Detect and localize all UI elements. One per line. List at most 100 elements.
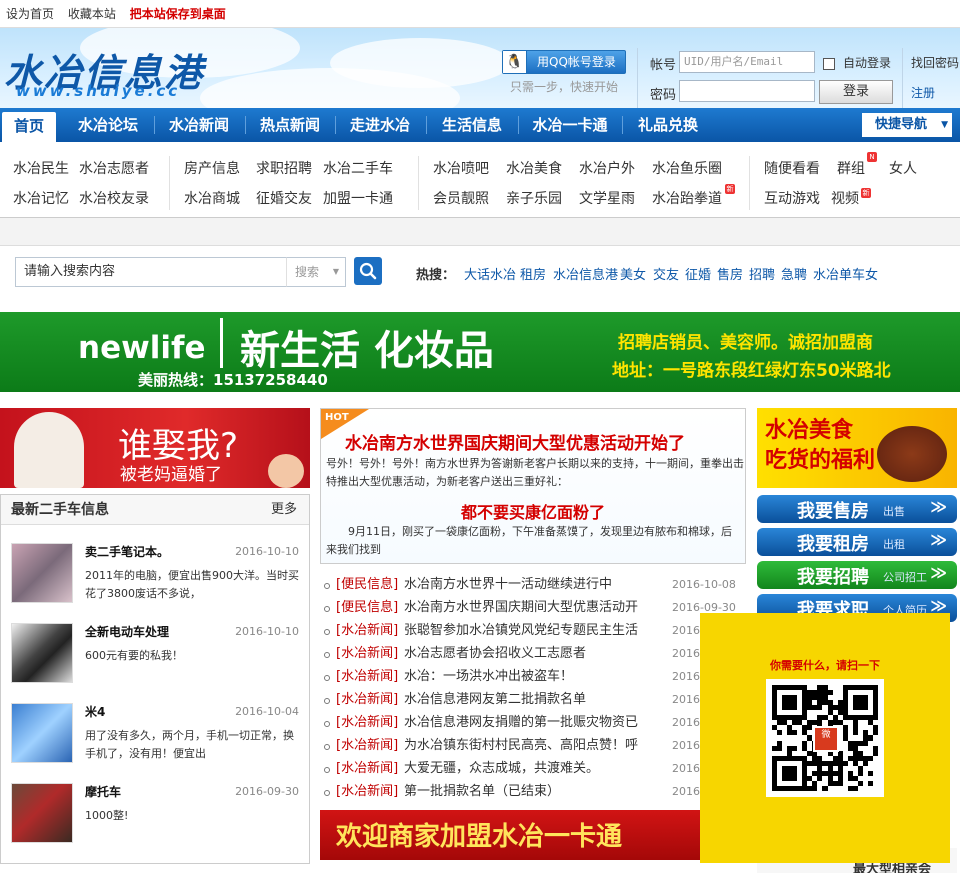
sub-link-video[interactable]: 视频 [831, 188, 859, 208]
bookmark-link[interactable]: 收藏本站 [68, 7, 116, 21]
news-item[interactable]: [水冶新闻] 张聪智参加水冶镇党风党纪专题民主生活 2016 [320, 619, 746, 642]
list-item[interactable]: 摩托车 2016-09-30 1000整! [11, 783, 301, 847]
hot-word[interactable]: 水冶信息港 [553, 264, 618, 283]
news-item[interactable]: [水冶新闻] 为水冶镇东街村村民高亮、高阳点赞！呼 2016 [320, 734, 746, 757]
password-field[interactable] [679, 80, 815, 102]
marry-me-ad[interactable]: 谁娶我? 被老妈逼婚了 [0, 408, 310, 488]
nav-hot-news[interactable]: 热点新闻 [247, 108, 333, 142]
item-title[interactable]: 全新电动车处理 [85, 623, 169, 640]
headline-title[interactable]: 水冶南方水世界国庆期间大型优惠活动开始了 [345, 429, 685, 454]
sub-link-alumni[interactable]: 水冶校友录 [79, 188, 149, 208]
news-title[interactable]: 第一批捐款名单（已结束） [404, 780, 660, 803]
news-item[interactable]: [水冶新闻] 水冶信息港网友捐赠的第一批赈灾物资已 2016 [320, 711, 746, 734]
news-title[interactable]: 大爱无疆，众志成城，共渡难关。 [404, 757, 660, 780]
join-card-ad[interactable]: 欢迎商家加盟水冶一卡通 [320, 810, 700, 860]
sub-link-food[interactable]: 水冶美食 [506, 158, 562, 178]
list-item[interactable]: 卖二手笔记本。 2016-10-10 2011年的电脑，便宜出售900大洋。当时… [11, 543, 301, 607]
list-item[interactable]: 全新电动车处理 2016-10-10 600元有要的私我！ [11, 623, 301, 687]
news-title[interactable]: 为水冶镇东街村村民高亮、高阳点赞！呼 [404, 734, 660, 757]
news-category[interactable]: [水冶新闻] [336, 665, 398, 688]
sub-link-family[interactable]: 亲子乐园 [506, 188, 562, 208]
search-button[interactable] [354, 257, 382, 285]
news-category[interactable]: [便民信息] [336, 596, 398, 619]
item-title[interactable]: 卖二手笔记本。 [85, 543, 169, 560]
rent-house-button[interactable]: 我要租房 出租 ≫ [757, 528, 957, 556]
news-title[interactable]: 水冶信息港网友捐赠的第一批赈灾物资已 [404, 711, 660, 734]
search-input[interactable]: 请输入搜索内容 [15, 257, 287, 287]
nav-card[interactable]: 水冶一卡通 [520, 108, 620, 142]
hot-word[interactable]: 水冶单车女 [813, 264, 878, 283]
forgot-password-link[interactable]: 找回密码 [911, 54, 959, 71]
search-type-select[interactable]: 搜索 ▼ [286, 257, 346, 287]
sub-link-member-photos[interactable]: 会员靓照 [433, 188, 489, 208]
news-category[interactable]: [水冶新闻] [336, 757, 398, 780]
newlife-ad-banner[interactable]: newlife 新生活 化妆品 美丽热线：15137258440 招聘店销员、美… [0, 312, 960, 392]
sub-link-games[interactable]: 互动游戏 [764, 188, 820, 208]
news-item[interactable]: [水冶新闻] 大爱无疆，众志成城，共渡难关。 2016 [320, 757, 746, 780]
sub-link-memory[interactable]: 水冶记忆 [13, 188, 69, 208]
news-category[interactable]: [水冶新闻] [336, 711, 398, 734]
sub-link-mall[interactable]: 水冶商城 [184, 188, 240, 208]
hot-word[interactable]: 征婚 [685, 264, 711, 283]
sub-link-outdoor[interactable]: 水冶户外 [579, 158, 635, 178]
item-thumbnail[interactable] [11, 623, 73, 683]
news-category[interactable]: [水冶新闻] [336, 734, 398, 757]
nav-home[interactable]: 首页 [2, 112, 56, 142]
news-item[interactable]: [水冶新闻] 水冶：一场洪水冲出被盗车！ 2016 [320, 665, 746, 688]
hot-word[interactable]: 急聘 [781, 264, 807, 283]
sub-link-penba[interactable]: 水冶喷吧 [433, 158, 489, 178]
login-button[interactable]: 登录 [819, 80, 893, 104]
news-title[interactable]: 水冶南方水世界国庆期间大型优惠活动开 [404, 596, 660, 619]
hot-word[interactable]: 售房 [717, 264, 743, 283]
news-title[interactable]: 水冶南方水世界十一活动继续进行中 [404, 573, 660, 596]
sub-link-fishing[interactable]: 水冶鱼乐圈 [652, 158, 722, 178]
hot-word[interactable]: 交友 [653, 264, 679, 283]
qr-popup[interactable]: 你需要什么，请扫一下 微 [700, 613, 950, 863]
set-home-link[interactable]: 设为首页 [6, 7, 54, 21]
hot-word[interactable]: 美女 [620, 264, 646, 283]
sub-link-literature[interactable]: 文学星雨 [579, 188, 635, 208]
news-item[interactable]: [水冶新闻] 水冶信息港网友第二批捐款名单 2016 [320, 688, 746, 711]
item-thumbnail[interactable] [11, 703, 73, 763]
sub-link-groups[interactable]: 群组 [837, 158, 865, 178]
sub-link-used-car[interactable]: 水冶二手车 [323, 158, 393, 178]
sell-house-button[interactable]: 我要售房 出售 ≫ [757, 495, 957, 523]
hot-word[interactable]: 大话水冶 [464, 264, 516, 283]
register-link[interactable]: 注册 [911, 84, 935, 101]
recruit-button[interactable]: 我要招聘 公司招工 ≫ [757, 561, 957, 589]
news-title[interactable]: 水冶：一场洪水冲出被盗车！ [404, 665, 660, 688]
sub-link-browse[interactable]: 随便看看 [764, 158, 820, 178]
nav-life-info[interactable]: 生活信息 [428, 108, 516, 142]
news-item[interactable]: [水冶新闻] 水冶志愿者协会招收义工志愿者 2016 [320, 642, 746, 665]
news-item[interactable]: [水冶新闻] 第一批捐款名单（已结束） 2016 [320, 780, 746, 803]
nav-gifts[interactable]: 礼品兑换 [624, 108, 712, 142]
news-category[interactable]: [便民信息] [336, 573, 398, 596]
sub-link-join-card[interactable]: 加盟一卡通 [323, 188, 393, 208]
news-category[interactable]: [水冶新闻] [336, 642, 398, 665]
quick-nav-button[interactable]: 快捷导航 ▼ [862, 113, 952, 137]
save-desktop-link[interactable]: 把本站保存到桌面 [130, 7, 226, 21]
news-item[interactable]: [便民信息] 水冶南方水世界国庆期间大型优惠活动开 2016-09-30 [320, 596, 746, 619]
auto-login-checkbox[interactable] [823, 58, 835, 70]
sub-link-dating[interactable]: 征婚交友 [256, 188, 312, 208]
headline-title-2[interactable]: 都不要买康亿面粉了 [321, 499, 745, 523]
sub-link-taekwondo[interactable]: 水冶跆拳道 [652, 188, 722, 208]
hot-word[interactable]: 招聘 [749, 264, 775, 283]
news-item[interactable]: [便民信息] 水冶南方水世界十一活动继续进行中 2016-10-08 [320, 573, 746, 596]
nav-news[interactable]: 水冶新闻 [156, 108, 242, 142]
news-title[interactable]: 张聪智参加水冶镇党风党纪专题民主生活 [404, 619, 660, 642]
news-category[interactable]: [水冶新闻] [336, 780, 398, 803]
news-category[interactable]: [水冶新闻] [336, 688, 398, 711]
item-title[interactable]: 摩托车 [85, 783, 121, 800]
food-ad[interactable]: 水冶美食 吃货的福利 [757, 408, 957, 488]
item-thumbnail[interactable] [11, 783, 73, 843]
sub-link-minsheng[interactable]: 水冶民生 [13, 158, 69, 178]
item-thumbnail[interactable] [11, 543, 73, 603]
hot-word[interactable]: 租房 [520, 264, 546, 283]
sub-link-house[interactable]: 房产信息 [184, 158, 240, 178]
sub-link-volunteer[interactable]: 水冶志愿者 [79, 158, 149, 178]
news-title[interactable]: 水冶志愿者协会招收义工志愿者 [404, 642, 660, 665]
account-field[interactable]: UID/用户名/Email [679, 51, 815, 73]
more-link[interactable]: 更多 [271, 495, 297, 525]
nav-about[interactable]: 走进水冶 [337, 108, 423, 142]
